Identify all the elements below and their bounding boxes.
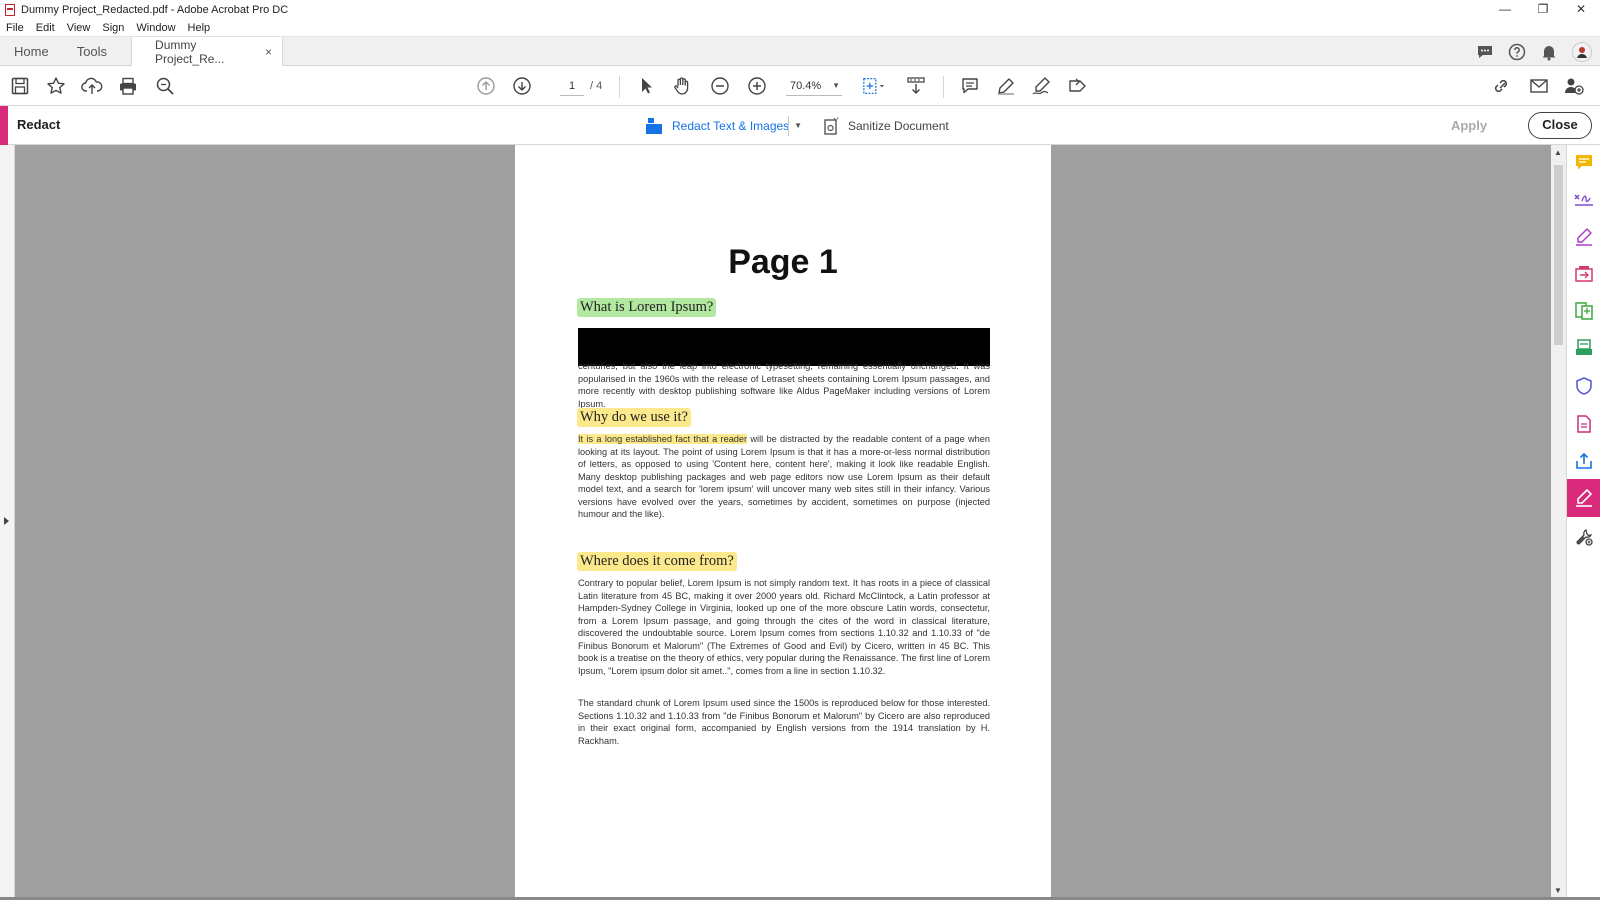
paragraph-standard-chunk: The standard chunk of Lorem Ipsum used s… xyxy=(578,698,990,746)
highlighted-text: It is a long established fact that a rea… xyxy=(578,434,748,444)
more-tools-icon[interactable] xyxy=(1572,525,1596,549)
scroll-thumb[interactable] xyxy=(1554,165,1563,345)
menu-edit[interactable]: Edit xyxy=(36,22,55,34)
left-panel-collapsed[interactable] xyxy=(0,145,15,900)
redact-text-images-label: Redact Text & Images xyxy=(672,119,790,133)
redact-text-images-button[interactable]: Redact Text & Images xyxy=(644,115,789,137)
star-icon[interactable] xyxy=(44,74,68,98)
comment-tool-icon[interactable] xyxy=(1572,150,1596,174)
save-icon[interactable] xyxy=(8,74,32,98)
sanitize-document-label: Sanitize Document xyxy=(848,119,949,133)
select-arrow-icon[interactable] xyxy=(634,74,658,98)
user-avatar-icon[interactable] xyxy=(1572,42,1592,62)
organize-pages-icon[interactable] xyxy=(1572,299,1596,323)
fill-sign-icon[interactable] xyxy=(1572,187,1596,211)
sanitize-icon xyxy=(822,116,840,136)
redact-options-dropdown[interactable]: ▼ xyxy=(788,116,802,136)
vertical-scrollbar[interactable]: ▲ ▼ xyxy=(1551,145,1566,900)
sanitize-document-button[interactable]: Sanitize Document xyxy=(822,115,949,137)
help-icon[interactable] xyxy=(1508,43,1526,61)
scroll-down-arrow[interactable]: ▼ xyxy=(1554,886,1562,895)
menu-file[interactable]: File xyxy=(6,22,24,34)
share-tag-icon[interactable] xyxy=(1066,74,1090,98)
add-user-icon[interactable] xyxy=(1562,74,1586,98)
redact-marker-icon xyxy=(644,116,664,136)
redact-accent-bar xyxy=(0,106,8,145)
page-total-label: / 4 xyxy=(590,80,603,92)
close-tool-button[interactable]: Close xyxy=(1528,112,1592,139)
page-up-icon[interactable] xyxy=(474,74,498,98)
document-tab-label: Dummy Project_Re... xyxy=(155,37,225,66)
menu-help[interactable]: Help xyxy=(188,22,211,34)
heading-where-from: Where does it come from? xyxy=(577,552,737,571)
comment-icon[interactable] xyxy=(958,74,982,98)
chevron-down-icon: ▼ xyxy=(832,81,840,90)
redact-toolbar: Redact Redact Text & Images ▼ Sanitize D… xyxy=(0,106,1600,145)
page-number-input[interactable]: 1 xyxy=(560,76,584,96)
minimize-button[interactable]: — xyxy=(1486,0,1524,20)
main-toolbar: 1 / 4 70.4% ▼ xyxy=(0,66,1600,106)
window-controls: — ❐ ✕ xyxy=(1486,0,1600,20)
pdf-page[interactable]: Page 1 What is Lorem Ipsum? centuries, b… xyxy=(515,145,1051,900)
create-pdf-icon[interactable] xyxy=(1572,412,1596,436)
toolbar-divider xyxy=(619,76,620,98)
expand-panel-icon[interactable] xyxy=(4,517,9,525)
toolbar-divider xyxy=(943,76,944,98)
scroll-up-arrow[interactable]: ▲ xyxy=(1554,148,1562,157)
title-bar: Dummy Project_Redacted.pdf - Adobe Acrob… xyxy=(0,0,1600,20)
protect-shield-icon[interactable] xyxy=(1572,374,1596,398)
acrobat-app-icon xyxy=(5,4,15,16)
notification-bell-icon[interactable] xyxy=(1540,43,1558,61)
highlight-pen-icon[interactable] xyxy=(994,74,1018,98)
tab-bar: Home Tools Dummy Project_Re... × xyxy=(0,36,1600,66)
tab-tools[interactable]: Tools xyxy=(63,37,121,65)
hand-icon[interactable] xyxy=(670,74,694,98)
right-tools-panel xyxy=(1566,145,1600,900)
search-zoom-icon[interactable] xyxy=(153,74,177,98)
menu-sign[interactable]: Sign xyxy=(102,22,124,34)
page-down-icon[interactable] xyxy=(510,74,534,98)
tab-document[interactable]: Dummy Project_Re... × xyxy=(131,37,284,66)
paragraph-lorem-history: centuries, but also the leap into electr… xyxy=(578,361,990,409)
close-window-button[interactable]: ✕ xyxy=(1562,0,1600,20)
mail-icon[interactable] xyxy=(1527,74,1551,98)
export-pdf-icon[interactable] xyxy=(1572,262,1596,286)
paragraph-origin: Contrary to popular belief, Lorem Ipsum … xyxy=(578,578,990,676)
zoom-level-value: 70.4% xyxy=(790,80,822,92)
redact-title: Redact xyxy=(17,117,61,132)
menu-view[interactable]: View xyxy=(67,22,91,34)
restore-button[interactable]: ❐ xyxy=(1524,0,1562,20)
apply-button[interactable]: Apply xyxy=(1440,115,1498,137)
edit-pdf-icon[interactable] xyxy=(1572,225,1596,249)
paragraph-why-use: It is a long established fact that a rea… xyxy=(578,433,990,521)
zoom-level-select[interactable]: 70.4% ▼ xyxy=(786,76,842,96)
heading-what-is-lorem: What is Lorem Ipsum? xyxy=(577,298,717,317)
scan-ocr-icon[interactable] xyxy=(1572,336,1596,360)
sign-pen-icon[interactable] xyxy=(1030,74,1054,98)
scroll-mode-icon[interactable] xyxy=(904,74,928,98)
menu-window[interactable]: Window xyxy=(136,22,175,34)
window-title: Dummy Project_Redacted.pdf - Adobe Acrob… xyxy=(21,4,289,16)
tab-close-icon[interactable]: × xyxy=(265,45,272,59)
chat-icon[interactable] xyxy=(1476,43,1494,61)
fit-page-icon[interactable] xyxy=(862,74,886,98)
print-icon[interactable] xyxy=(116,74,140,98)
tab-home[interactable]: Home xyxy=(0,37,63,65)
page-title: Page 1 xyxy=(728,243,838,281)
share-upload-icon[interactable] xyxy=(1572,449,1596,473)
paragraph-why-use-rest: will be distracted by the readable conte… xyxy=(578,434,991,519)
redact-tool-icon[interactable] xyxy=(1567,479,1600,517)
document-viewer[interactable]: Page 1 What is Lorem Ipsum? centuries, b… xyxy=(15,145,1551,900)
zoom-in-icon[interactable] xyxy=(745,74,769,98)
menu-bar: File Edit View Sign Window Help xyxy=(0,19,1600,36)
link-icon[interactable] xyxy=(1490,74,1514,98)
zoom-out-icon[interactable] xyxy=(708,74,732,98)
tab-bar-actions xyxy=(1476,37,1592,67)
upload-cloud-icon[interactable] xyxy=(80,74,104,98)
heading-why-use-it: Why do we use it? xyxy=(577,408,691,427)
